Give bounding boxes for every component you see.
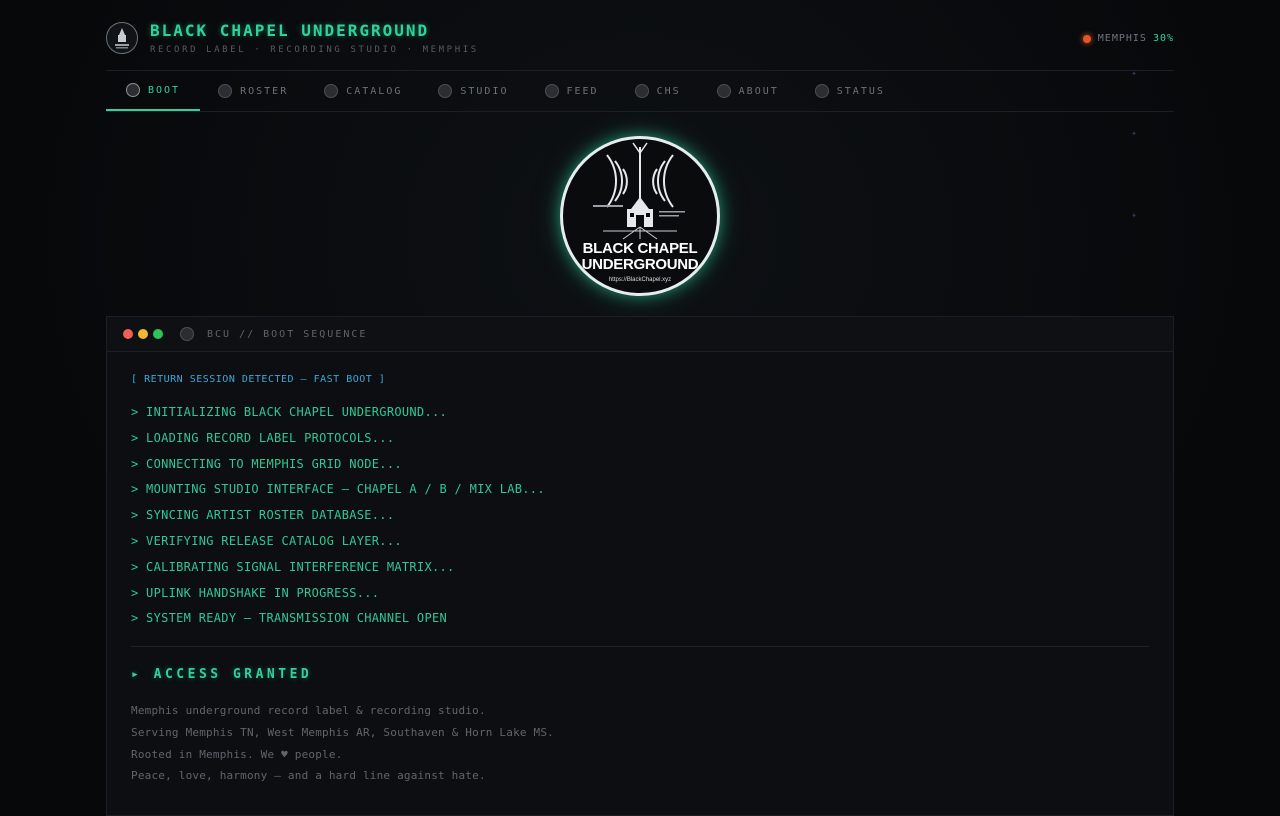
boot-line: > UPLINK HANDSHAKE IN PROGRESS... <box>131 585 380 600</box>
tab-label: CHS <box>656 85 681 97</box>
boot-terminal: BCU // BOOT SEQUENCE [ RETURN SESSION DE… <box>106 316 1174 816</box>
boot-line: > SYSTEM READY — TRANSMISSION CHANNEL OP… <box>131 611 448 626</box>
site-subtitle: RECORD LABEL · RECORDING STUDIO · MEMPHI… <box>150 45 479 55</box>
tab-roster[interactable]: ROSTER <box>200 71 306 111</box>
minimize-window-icon[interactable] <box>138 329 148 339</box>
session-text: RETURN SESSION DETECTED — FAST BOOT <box>144 374 373 385</box>
page-container: BLACK CHAPEL UNDERGROUND RECORD LABEL · … <box>106 0 1174 112</box>
main-nav: BOOT ROSTER CATALOG STUDIO FEED CHS ABOU… <box>106 71 1174 112</box>
emblem-line-1: BLACK CHAPEL <box>582 240 698 257</box>
tab-label: STUDIO <box>460 85 509 97</box>
chapel-icon <box>126 83 140 97</box>
label-emblem: BLACK CHAPEL UNDERGROUND https://BlackCh… <box>560 136 720 296</box>
tab-label: CATALOG <box>346 85 403 97</box>
tab-label: BOOT <box>148 84 181 96</box>
chapel-icon <box>218 84 233 98</box>
terminal-title: BCU // BOOT SEQUENCE <box>207 328 368 340</box>
tab-feed[interactable]: FEED <box>527 71 617 111</box>
tab-label: STATUS <box>836 85 885 97</box>
about-line: Memphis underground record label & recor… <box>131 704 486 718</box>
region-label: MEMPHIS <box>1097 33 1147 44</box>
tab-status[interactable]: STATUS <box>797 71 903 111</box>
sparkle-icon: ✦ <box>1131 128 1138 139</box>
access-granted-heading: ▸ ACCESS GRANTED <box>131 667 313 683</box>
boot-line: > CALIBRATING SIGNAL INTERFERENCE MATRIX… <box>131 559 455 574</box>
region-status: MEMPHIS 30% <box>1082 33 1174 44</box>
chapel-icon <box>438 84 453 98</box>
tab-label: ABOUT <box>738 85 779 97</box>
boot-log: > INITIALIZING BLACK CHAPEL UNDERGROUND.… <box>131 405 1149 637</box>
tab-studio[interactable]: STUDIO <box>420 71 526 111</box>
boot-line: > CONNECTING TO MEMPHIS GRID NODE... <box>131 456 402 471</box>
tab-catalog[interactable]: CATALOG <box>306 71 420 111</box>
tab-label: FEED <box>566 85 599 97</box>
terminal-body: [ RETURN SESSION DETECTED — FAST BOOT ] … <box>107 374 1173 791</box>
boot-line: > VERIFYING RELEASE CATALOG LAYER... <box>131 533 402 548</box>
site-title: BLACK CHAPEL UNDERGROUND <box>150 21 430 40</box>
about-line: Rooted in Memphis. We ♥ people. <box>131 747 343 761</box>
chapel-icon <box>544 84 559 98</box>
about-text: Memphis underground record label & recor… <box>131 704 1149 791</box>
bracket: [ <box>131 374 138 385</box>
bracket: ] <box>378 374 386 385</box>
boot-line: > INITIALIZING BLACK CHAPEL UNDERGROUND.… <box>131 405 448 419</box>
emblem-url: https://BlackChapel.xyz <box>608 277 672 283</box>
chapel-icon <box>634 84 649 98</box>
maximize-window-icon[interactable] <box>153 329 163 339</box>
sparkle-icon: ✦ <box>1131 210 1138 221</box>
tab-about[interactable]: ABOUT <box>699 71 797 111</box>
terminal-titlebar: BCU // BOOT SEQUENCE <box>107 317 1173 352</box>
chapel-icon <box>180 327 194 341</box>
brand: BLACK CHAPEL UNDERGROUND RECORD LABEL · … <box>150 21 479 55</box>
about-line: Serving Memphis TN, West Memphis AR, Sou… <box>131 725 554 739</box>
boot-line: > SYNCING ARTIST ROSTER DATABASE... <box>131 508 395 523</box>
region-value: 30% <box>1152 33 1174 44</box>
tab-chs[interactable]: CHS <box>617 71 699 111</box>
tab-label: ROSTER <box>240 85 289 97</box>
label-logo-icon[interactable] <box>106 22 138 54</box>
close-window-icon[interactable] <box>123 329 133 339</box>
chapel-icon <box>716 84 731 98</box>
emblem-line-2: UNDERGROUND <box>581 256 699 273</box>
chapel-icon <box>324 84 339 98</box>
boot-line: > MOUNTING STUDIO INTERFACE — CHAPEL A /… <box>131 482 545 497</box>
chapel-icon <box>814 84 829 98</box>
about-line: Peace, love, harmony — and a hard line a… <box>131 769 486 783</box>
tab-boot[interactable]: BOOT <box>106 71 201 111</box>
divider <box>131 646 1149 648</box>
site-header: BLACK CHAPEL UNDERGROUND RECORD LABEL · … <box>106 0 1174 71</box>
status-dot-icon <box>1082 34 1091 43</box>
session-notice: [ RETURN SESSION DETECTED — FAST BOOT ] <box>131 374 1149 385</box>
boot-line: > LOADING RECORD LABEL PROTOCOLS... <box>131 430 395 445</box>
